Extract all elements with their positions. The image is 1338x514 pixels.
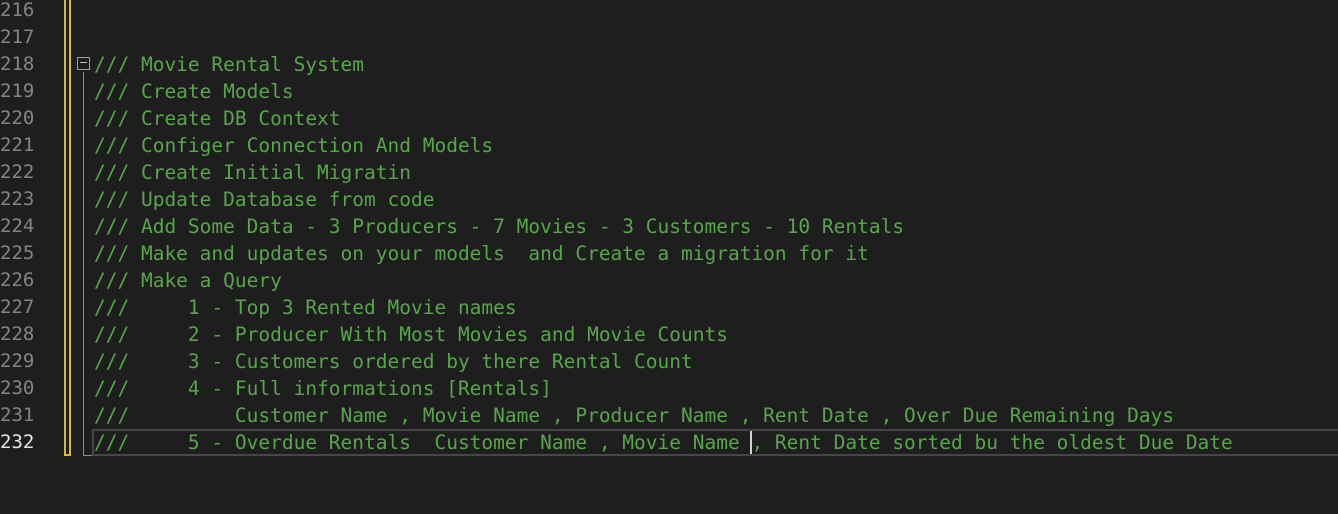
line-number: 216 (0, 0, 35, 21)
line-number: 223 (0, 188, 35, 210)
code-line[interactable]: /// Update Database from code (94, 186, 434, 213)
code-line[interactable]: /// Configer Connection And Models (94, 132, 493, 159)
line-number: 226 (0, 269, 35, 291)
code-editor[interactable]: 216 217 218 219 220 221 222 223 224 225 … (0, 0, 1338, 514)
line-number: 231 (0, 404, 35, 426)
text-caret (750, 431, 752, 454)
code-line[interactable]: /// Movie Rental System (94, 51, 364, 78)
fold-guide-line (83, 72, 84, 456)
code-line[interactable]: /// 2 - Producer With Most Movies and Mo… (94, 321, 728, 348)
current-line-number: 232 (0, 431, 35, 453)
code-line[interactable]: /// 3 - Customers ordered by there Renta… (94, 348, 693, 375)
line-number: 227 (0, 296, 35, 318)
code-line[interactable]: /// Make a Query (94, 267, 282, 294)
line-number: 222 (0, 161, 35, 183)
change-indicator-bar (64, 0, 71, 456)
code-line[interactable]: /// Create Models (94, 78, 294, 105)
line-number: 220 (0, 107, 35, 129)
collapse-region-icon[interactable]: − (77, 57, 90, 70)
current-code-line[interactable]: /// 5 - Overdue Rentals Customer Name , … (94, 429, 1233, 456)
line-number-gutter: 216 217 218 219 220 221 222 223 224 225 … (0, 0, 62, 514)
line-number: 229 (0, 350, 35, 372)
code-line[interactable]: /// Add Some Data - 3 Producers - 7 Movi… (94, 213, 904, 240)
line-number: 225 (0, 242, 35, 264)
line-number: 230 (0, 377, 35, 399)
code-line[interactable]: /// Make and updates on your models and … (94, 240, 869, 267)
code-line[interactable]: /// 1 - Top 3 Rented Movie names (94, 294, 517, 321)
line-number: 228 (0, 323, 35, 345)
code-line[interactable]: /// Customer Name , Movie Name , Produce… (94, 402, 1174, 429)
line-number: 221 (0, 134, 35, 156)
line-number: 224 (0, 215, 35, 237)
fold-guide-end (83, 455, 92, 456)
code-line[interactable]: /// Create DB Context (94, 105, 341, 132)
line-number: 218 (0, 53, 35, 75)
line-number: 219 (0, 80, 35, 102)
code-line[interactable]: /// Create Initial Migratin (94, 159, 411, 186)
line-number: 217 (0, 26, 35, 48)
code-line[interactable]: /// 4 - Full informations [Rentals] (94, 375, 552, 402)
